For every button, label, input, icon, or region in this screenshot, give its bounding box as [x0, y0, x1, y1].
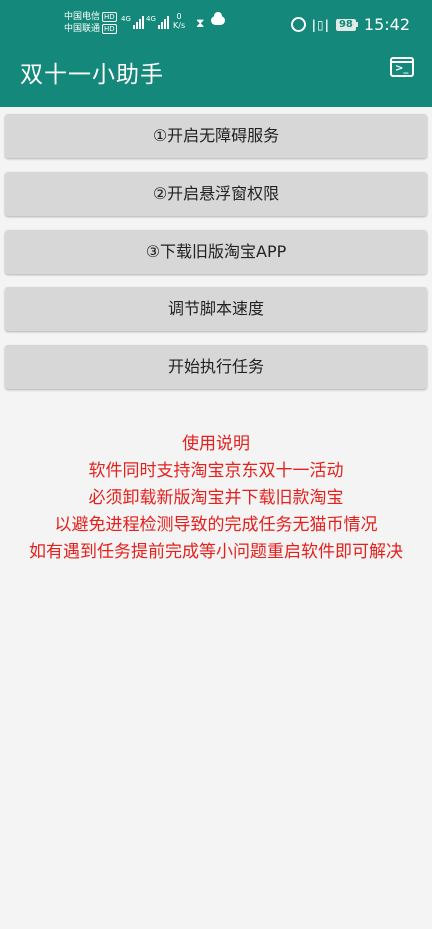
carrier-1: 中国电信	[64, 12, 101, 22]
battery-icon: 98	[335, 18, 358, 31]
instruction-line: 必须卸载新版淘宝并下载旧款淘宝	[88, 488, 344, 508]
vibrate-icon: |▯|	[311, 17, 330, 32]
hd-badge-2: HD	[102, 24, 117, 34]
carrier-info: 中国电信 HD 中国联通 HD	[64, 11, 117, 35]
cloud-icon	[211, 12, 225, 25]
carrier-2: 中国联通	[64, 24, 101, 34]
instruction-line: 如有遇到任务提前完成等小问题重启软件即可解决	[29, 542, 403, 562]
network-speed: 0 K/s	[173, 12, 186, 30]
clock: 15:42	[363, 15, 410, 34]
system-status-right: |▯| 98 15:42	[290, 15, 410, 34]
adjust-script-speed-button[interactable]: 调节脚本速度	[5, 287, 427, 331]
signal-icon-2: 4G	[146, 15, 169, 29]
hourglass-icon: ⧗	[196, 16, 205, 30]
enable-overlay-permission-button[interactable]: ②开启悬浮窗权限	[5, 172, 427, 216]
signal-icon-1: 4G	[121, 15, 144, 29]
download-old-taobao-button[interactable]: ③下载旧版淘宝APP	[5, 230, 427, 274]
alarm-icon	[290, 17, 306, 32]
status-bar: 中国电信 HD 中国联通 HD 4G 4G 0 K/s ⧗ |▯| 98 15:42	[0, 0, 432, 52]
hd-badge-1: HD	[102, 12, 117, 22]
start-task-button[interactable]: 开始执行任务	[5, 345, 427, 389]
instruction-line: 软件同时支持淘宝京东双十一活动	[88, 461, 344, 481]
app-header: 中国电信 HD 中国联通 HD 4G 4G 0 K/s ⧗ |▯| 98 15:42…	[0, 0, 432, 107]
app-title: 双十一小助手	[20, 62, 164, 88]
instruction-line: 以避免进程检测导致的完成任务无猫币情况	[54, 515, 378, 535]
usage-instructions: 使用说明 软件同时支持淘宝京东双十一活动 必须卸载新版淘宝并下载旧款淘宝 以避免…	[0, 431, 432, 566]
terminal-icon[interactable]: >_	[390, 57, 414, 77]
enable-accessibility-button[interactable]: ①开启无障碍服务	[5, 114, 427, 158]
instructions-heading: 使用说明	[182, 434, 250, 454]
